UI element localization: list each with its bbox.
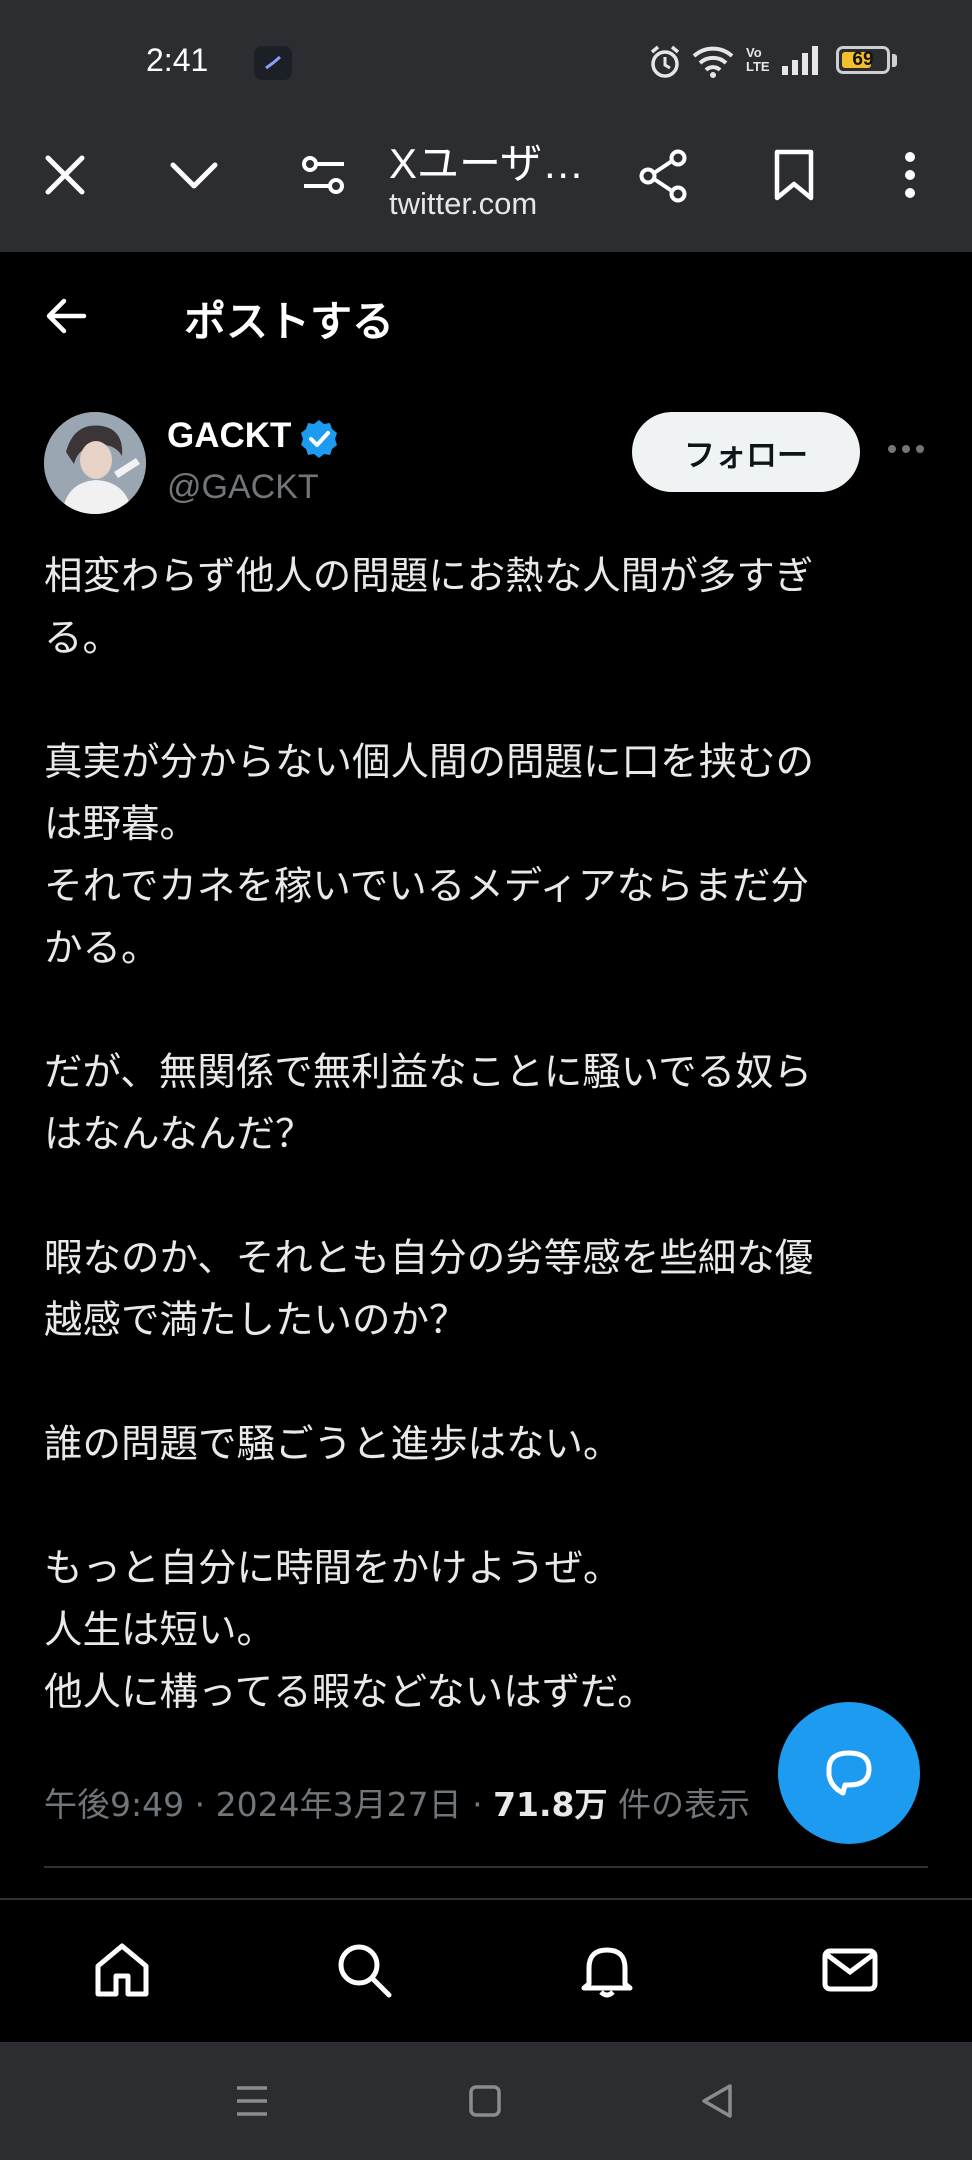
volte-icon: Vo LTE	[746, 45, 770, 74]
tweet-line: る。	[44, 616, 122, 661]
status-time: 2:41	[146, 42, 209, 78]
more-vertical-icon[interactable]	[896, 150, 924, 204]
signal-icon	[780, 44, 822, 80]
reply-fab-button[interactable]	[778, 1702, 920, 1844]
notification-app-icon	[254, 46, 292, 80]
tweet-line: 暇なのか、それとも自分の劣等感を些細な優	[44, 1236, 814, 1281]
tweet-line: それでカネを稼いでいるメディアならまだ分	[44, 864, 809, 909]
tweet-paragraph: 暇なのか、それとも自分の劣等感を些細な優 越感で満たしたいのか？	[44, 1228, 924, 1352]
tweet-meta: 午後9:49 · 2024年3月27日 · 71.8万 件の表示	[44, 1778, 750, 1826]
tweet-line: 誰の問題で騒ごうと進歩はない。	[44, 1422, 622, 1467]
more-horizontal-icon[interactable]	[886, 440, 926, 459]
tweet-line: だが、無関係で無利益なことに騒いでる奴ら	[44, 1050, 813, 1095]
divider	[44, 1866, 928, 1868]
browser-page-title[interactable]: Xユーザ…	[389, 130, 584, 191]
home-icon	[95, 1943, 149, 1997]
notifications-icon	[581, 1947, 633, 1998]
search-icon	[338, 1944, 392, 1998]
verified-badge-icon	[298, 418, 340, 464]
tweet-line: 相変わらず他人の問題にお熱な人間が多すぎ	[44, 554, 814, 599]
browser-url[interactable]: twitter.com	[389, 186, 537, 222]
share-icon[interactable]	[638, 148, 690, 208]
site-settings-icon[interactable]	[300, 154, 348, 200]
recents-menu-icon[interactable]	[234, 2084, 270, 2122]
alarm-icon	[648, 44, 682, 84]
tweet-line: 真実が分からない個人間の問題に口を挟むの	[44, 740, 815, 785]
tab-home[interactable]	[82, 1930, 162, 2010]
messages-icon	[822, 1948, 878, 1992]
tab-messages[interactable]	[810, 1930, 890, 2010]
chevron-down-icon[interactable]	[168, 150, 220, 204]
tweet-line: もっと自分に時間をかけようぜ。	[44, 1546, 622, 1591]
views-label: 件の表示	[617, 1785, 750, 1824]
tweet-paragraph: だが、無関係で無利益なことに騒いでる奴ら はなんなんだ？	[44, 1042, 924, 1166]
tweet-line: かる。	[44, 926, 160, 971]
tweet-paragraph: 誰の問題で騒ごうと進歩はない。	[44, 1414, 924, 1476]
close-icon[interactable]	[40, 150, 90, 204]
page-title: ポストする	[184, 297, 395, 346]
tweet-date[interactable]: 2024年3月27日	[216, 1785, 462, 1824]
tweet-paragraph: 真実が分からない個人間の問題に口を挟むの は野暮。 それでカネを稼いでいるメディ…	[44, 732, 924, 980]
tweet-text: 相変わらず他人の問題にお熱な人間が多すぎ る。 真実が分からない個人間の問題に口…	[44, 546, 924, 1724]
tweet-line: 他人に構ってる暇などないはずだ。	[44, 1670, 656, 1715]
arrow-left-icon	[46, 298, 87, 334]
follow-button[interactable]: フォロー	[632, 412, 860, 492]
avatar[interactable]	[44, 412, 146, 514]
views-count[interactable]: 71.8万	[493, 1785, 607, 1824]
tweet-line: 人生は短い。	[44, 1608, 276, 1653]
tweet-line: 越感で満たしたいのか？	[44, 1298, 468, 1343]
battery-nub	[892, 54, 897, 67]
tweet-paragraph: 相変わらず他人の問題にお熱な人間が多すぎ る。	[44, 546, 924, 670]
tab-search[interactable]	[324, 1930, 404, 2010]
tweet-line: はなんなんだ？	[44, 1112, 314, 1157]
tweet-line: は野暮。	[44, 802, 199, 847]
back-triangle-icon[interactable]	[700, 2082, 734, 2124]
author-name[interactable]: GACKT	[167, 416, 291, 456]
author-handle[interactable]: @GACKT	[167, 468, 319, 507]
reply-bubble-icon	[826, 1750, 872, 1796]
tweet-time[interactable]: 午後9:49	[44, 1785, 184, 1824]
bookmark-icon[interactable]	[772, 148, 816, 206]
tab-notifications[interactable]	[567, 1930, 647, 2010]
home-square-icon[interactable]	[468, 2084, 502, 2122]
battery-level-text: 69	[852, 49, 874, 70]
back-button[interactable]	[44, 296, 88, 340]
wifi-icon	[692, 44, 734, 82]
battery-icon: 69	[836, 46, 890, 74]
meta-separator: ·	[472, 1785, 494, 1824]
meta-separator: ·	[194, 1785, 216, 1824]
tweet-paragraph: もっと自分に時間をかけようぜ。 人生は短い。 他人に構ってる暇などないはずだ。	[44, 1538, 924, 1724]
